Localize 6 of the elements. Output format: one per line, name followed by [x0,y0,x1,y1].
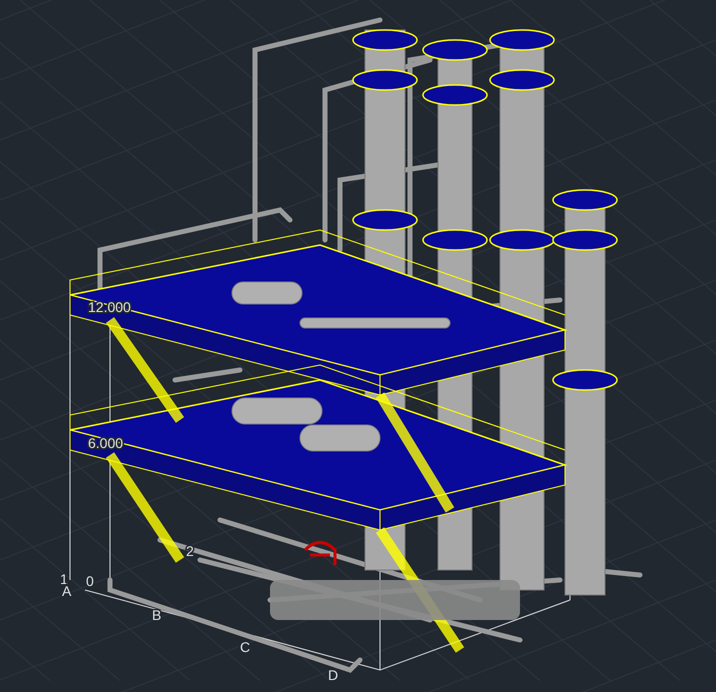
grid-axis-label: B [152,607,162,623]
elevation-label: 0 [86,573,94,589]
elevation-label: 6.000 [88,435,124,451]
grid-axis-label: C [240,639,250,655]
grid-axis-label: 2 [186,543,194,559]
grid-axis-label: D [328,667,338,683]
